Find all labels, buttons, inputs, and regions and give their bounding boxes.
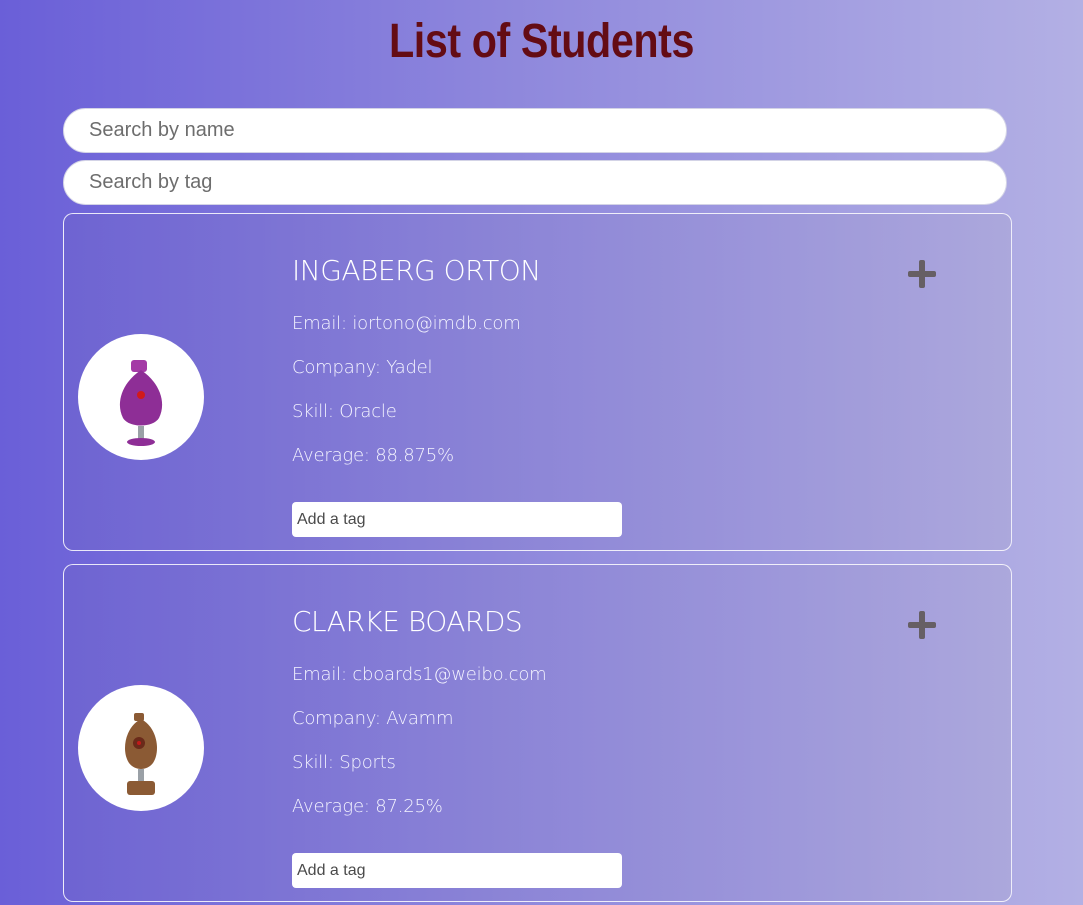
student-skill: Skill: Sports bbox=[292, 752, 396, 773]
search-by-tag-input[interactable] bbox=[63, 160, 1007, 205]
student-avatar bbox=[78, 685, 204, 811]
student-average: Average: 87.25% bbox=[292, 796, 443, 817]
student-email: Email: iortono@imdb.com bbox=[292, 313, 521, 334]
search-by-name-input[interactable] bbox=[63, 108, 1007, 153]
robot-avatar-icon bbox=[125, 713, 157, 795]
plus-icon[interactable] bbox=[906, 609, 938, 641]
page-title: List of Students bbox=[388, 15, 695, 68]
student-average: Average: 88.875% bbox=[292, 445, 454, 466]
robot-avatar-icon bbox=[119, 360, 163, 446]
student-avatar bbox=[78, 334, 204, 460]
student-company: Company: Yadel bbox=[292, 357, 433, 378]
student-card: CLARKE BOARDS Email: cboards1@weibo.com … bbox=[63, 564, 1012, 902]
student-name: CLARKE BOARDS bbox=[292, 605, 523, 638]
student-card: INGABERG ORTON Email: iortono@imdb.com C… bbox=[63, 213, 1012, 551]
plus-icon[interactable] bbox=[906, 258, 938, 290]
student-company: Company: Avamm bbox=[292, 708, 454, 729]
student-name: INGABERG ORTON bbox=[292, 254, 541, 287]
student-skill: Skill: Oracle bbox=[292, 401, 397, 422]
student-email: Email: cboards1@weibo.com bbox=[292, 664, 547, 685]
add-tag-input[interactable] bbox=[292, 502, 622, 537]
add-tag-input[interactable] bbox=[292, 853, 622, 888]
